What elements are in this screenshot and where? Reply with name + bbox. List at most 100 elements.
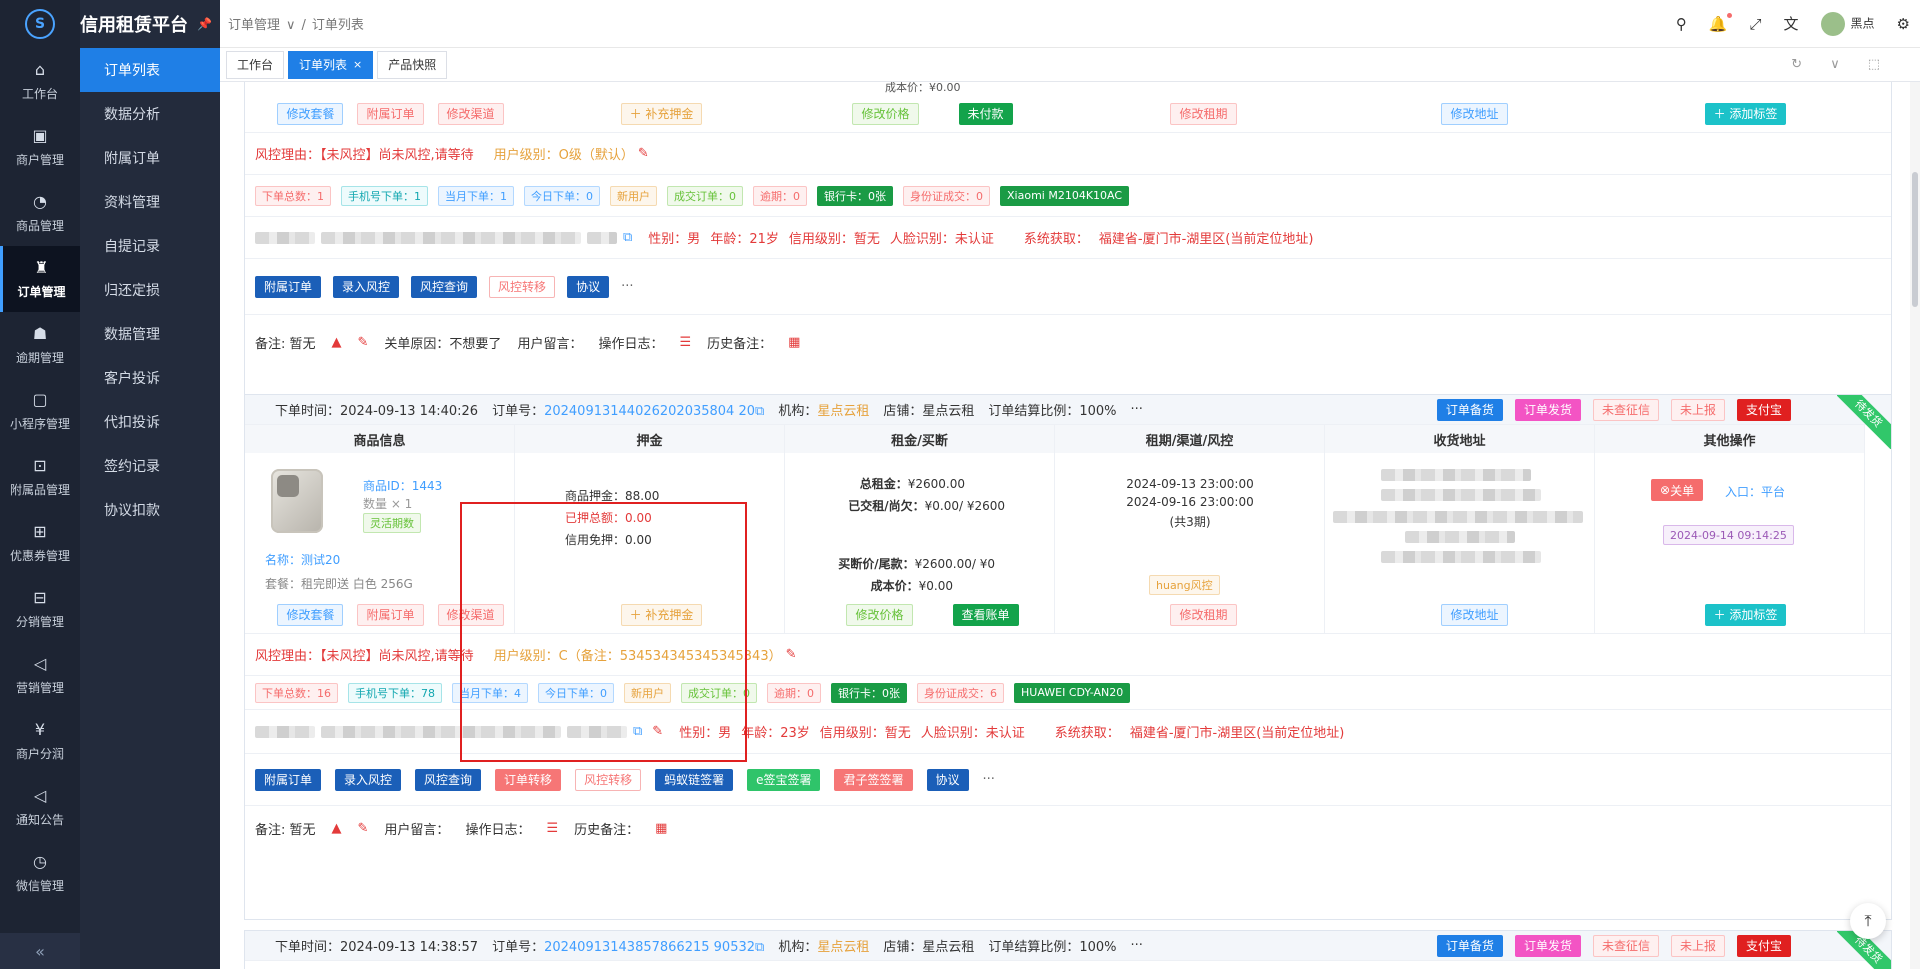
action-button[interactable]: 录入风控 (335, 768, 402, 791)
maximize-icon[interactable]: ⬚ (1868, 57, 1880, 72)
sidebar-item[interactable]: ⌂ 工作台 (0, 48, 80, 114)
edit-icon[interactable]: ✎ (786, 647, 797, 662)
header-button[interactable]: 支付宝 (1736, 398, 1791, 421)
entry-platform[interactable]: 入口：平台 (1725, 483, 1785, 500)
header-button[interactable]: 未查征信 (1592, 934, 1659, 957)
tab-dashboard[interactable]: 工作台 (226, 50, 285, 79)
action-button[interactable]: 修改套餐 (277, 603, 344, 626)
fullscreen-icon[interactable]: ⤢ (1750, 15, 1762, 33)
more-icon[interactable]: ··· (983, 772, 995, 787)
copy-icon[interactable]: ⧉ (633, 724, 642, 739)
header-button[interactable]: 订单备货 (1436, 398, 1503, 421)
submenu-item[interactable]: 签约记录 (80, 444, 220, 488)
scrollbar-thumb[interactable] (1912, 172, 1918, 307)
sidebar-item[interactable]: ◁ 营销管理 (0, 642, 80, 708)
submenu-item[interactable]: 协议扣款 (80, 488, 220, 532)
order-number[interactable]: 20240913143857866215 90532 (544, 940, 755, 955)
translate-icon[interactable]: 文 (1784, 13, 1799, 34)
goods-id[interactable]: 商品ID：1443 (363, 477, 442, 494)
sidebar-item[interactable]: ⊡ 附属品管理 (0, 444, 80, 510)
triangle-up-icon[interactable]: ▲ (332, 335, 342, 350)
header-button[interactable]: 订单发货 (1514, 398, 1581, 421)
search-icon[interactable]: ⚲ (1676, 15, 1687, 33)
sidebar-item[interactable]: ▢ 小程序管理 (0, 378, 80, 444)
order-number[interactable]: 20240913144026202035804 20 (544, 404, 755, 419)
submenu-item[interactable]: 附属订单 (80, 136, 220, 180)
submenu-item[interactable]: 资料管理 (80, 180, 220, 224)
action-button[interactable]: 未付款 (958, 102, 1013, 125)
sidebar-item[interactable]: ⊞ 优惠券管理 (0, 510, 80, 576)
action-button[interactable]: 修改价格 (852, 102, 919, 125)
action-button[interactable]: 修改价格 (846, 603, 913, 626)
action-button[interactable]: 修改地址 (1441, 102, 1508, 125)
header-button[interactable]: 未上报 (1670, 398, 1725, 421)
tab-order-list[interactable]: 订单列表 × (288, 50, 374, 79)
sidebar-item[interactable]: ◷ 微信管理 (0, 840, 80, 906)
submenu-item[interactable]: 数据分析 (80, 92, 220, 136)
list-icon[interactable]: ☰ (679, 335, 691, 350)
edit-icon[interactable]: ✎ (638, 146, 649, 161)
action-button[interactable]: 风控转移 (489, 275, 556, 298)
sidebar-item[interactable]: ♜ 订单管理 (0, 246, 80, 312)
pin-icon[interactable]: 📌 (197, 17, 212, 31)
action-button[interactable]: 协议 (567, 275, 610, 298)
breadcrumb-item[interactable]: 订单管理 (228, 18, 280, 33)
action-button[interactable]: 附属订单 (255, 275, 322, 298)
gear-icon[interactable]: ⚙ (1897, 15, 1910, 33)
refresh-icon[interactable]: ↻ (1791, 57, 1802, 72)
back-to-top-button[interactable]: ⤒ (1850, 903, 1886, 939)
action-button[interactable]: e签宝签署 (747, 768, 821, 791)
action-button[interactable]: 附属订单 (255, 768, 322, 791)
action-button[interactable]: ＋ 补充押金 (620, 603, 703, 626)
header-button[interactable]: 订单备货 (1436, 934, 1503, 957)
copy-icon[interactable]: ⧉ (623, 230, 632, 245)
action-button[interactable]: 蚂蚁链签署 (655, 768, 734, 791)
submenu-item[interactable]: 订单列表 (80, 48, 220, 92)
calendar-icon[interactable]: ▦ (655, 821, 667, 836)
action-button[interactable]: 风控查询 (411, 275, 478, 298)
action-button[interactable]: 修改租期 (1170, 603, 1237, 626)
action-button[interactable]: 订单转移 (495, 768, 562, 791)
copy-icon[interactable]: ⧉ (755, 940, 764, 955)
close-icon[interactable]: × (353, 58, 362, 71)
sidebar-item[interactable]: ¥ 商户分润 (0, 708, 80, 774)
copy-icon[interactable]: ⧉ (755, 404, 764, 419)
list-icon[interactable]: ☰ (546, 821, 558, 836)
action-button[interactable]: 修改租期 (1170, 102, 1237, 125)
sidebar-item[interactable]: ◔ 商品管理 (0, 180, 80, 246)
submenu-item[interactable]: 数据管理 (80, 312, 220, 356)
action-button[interactable]: 修改渠道 (437, 603, 504, 626)
action-button[interactable]: 修改套餐 (277, 102, 344, 125)
header-button[interactable]: 支付宝 (1736, 934, 1791, 957)
chevron-down-icon[interactable]: ∨ (1830, 57, 1840, 72)
edit-icon[interactable]: ✎ (358, 821, 369, 836)
action-button[interactable]: 风控转移 (575, 768, 642, 791)
close-order-button[interactable]: ⊗ 关单 (1651, 479, 1704, 501)
edit-icon[interactable]: ✎ (652, 724, 663, 739)
submenu-item[interactable]: 客户投诉 (80, 356, 220, 400)
action-button[interactable]: ＋ 补充押金 (620, 102, 703, 125)
action-button[interactable]: ＋ 添加标签 (1704, 102, 1787, 125)
more-icon[interactable]: ··· (1131, 402, 1143, 417)
action-button[interactable]: 协议 (926, 768, 969, 791)
more-icon[interactable]: ··· (621, 279, 633, 294)
header-button[interactable]: 订单发货 (1514, 934, 1581, 957)
action-button[interactable]: 录入风控 (333, 275, 400, 298)
action-button[interactable]: 附属订单 (357, 102, 424, 125)
sidebar-item[interactable]: ◁ 通知公告 (0, 774, 80, 840)
collapse-sidebar-button[interactable]: « (0, 933, 80, 969)
tab-product-snapshot[interactable]: 产品快照 (377, 50, 448, 79)
header-button[interactable]: 未上报 (1670, 934, 1725, 957)
action-button[interactable]: 君子签签署 (834, 768, 913, 791)
action-button[interactable]: 修改地址 (1441, 603, 1508, 626)
action-button[interactable]: 附属订单 (357, 603, 424, 626)
submenu-item[interactable]: 归还定损 (80, 268, 220, 312)
calendar-icon[interactable]: ▦ (788, 335, 800, 350)
sidebar-item[interactable]: ⊟ 分销管理 (0, 576, 80, 642)
action-button[interactable]: 风控查询 (415, 768, 482, 791)
more-icon[interactable]: ··· (1131, 938, 1143, 953)
action-button[interactable]: 查看账单 (952, 603, 1019, 626)
submenu-item[interactable]: 自提记录 (80, 224, 220, 268)
bell-icon[interactable]: 🔔 (1709, 12, 1732, 33)
sidebar-item[interactable]: ▣ 商户管理 (0, 114, 80, 180)
